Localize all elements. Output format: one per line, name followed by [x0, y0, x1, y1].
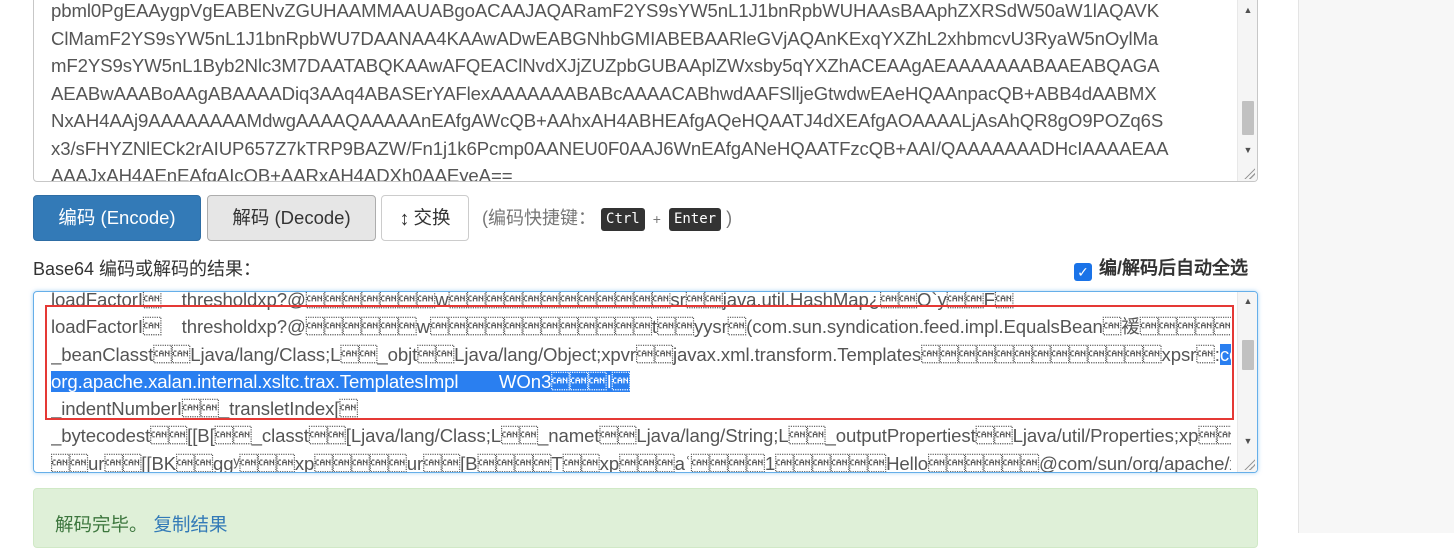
shortcut-hint: (编码快捷键： Ctrl + Enter ): [482, 205, 732, 231]
input-line: ClMamF2YS9sYW5nL1J1bnRpbWU7DAANAA4KAAwAD…: [51, 27, 1159, 49]
input-line: AEABwAAABoAAgABAAAADiq3AAq4ABASErYAFlexA…: [51, 82, 1157, 104]
swap-button-label: 交换: [413, 207, 451, 228]
scroll-down-arrow-icon[interactable]: ▼: [1238, 141, 1257, 159]
input-line: AAAJxAH4AEnEAfgAIcQB+AARxAH4ADXh0AAEyeA=…: [51, 165, 513, 182]
status-message: 解码完毕。: [55, 514, 148, 535]
annotation-highlight-box: [45, 305, 1234, 420]
input-line: mF2YS9sYW5nL1Byb2Nlc3M7DAATABQKAAwAFQEAC…: [51, 55, 1160, 76]
scroll-up-arrow-icon[interactable]: ▲: [1238, 292, 1257, 310]
output-line: _bytecodest[[B[_classt[Ljava/lang/…: [51, 425, 1231, 447]
input-line: x3/sFHYZNlECk2rAIUP657Z7kTRP9BAZW/Fn1j1k…: [51, 137, 1169, 159]
auto-select-label: 编/解码后自动全选: [1099, 258, 1249, 278]
encode-button[interactable]: 编码 (Encode): [33, 195, 201, 241]
auto-select-option[interactable]: ✓ 编/解码后自动全选: [1074, 257, 1249, 281]
scroll-down-arrow-icon[interactable]: ▼: [1238, 432, 1257, 450]
copy-result-link[interactable]: 复制结果: [154, 514, 228, 535]
status-alert: 解码完毕。 复制结果: [33, 488, 1258, 548]
enter-key-badge: Enter: [668, 208, 722, 231]
input-scrollbar[interactable]: ▲ ▼: [1237, 0, 1257, 181]
resize-grip-icon[interactable]: [1243, 167, 1255, 179]
output-scroll-thumb[interactable]: [1242, 340, 1254, 370]
swap-vertical-icon: ↕: [399, 208, 410, 230]
input-scroll-thumb[interactable]: [1242, 101, 1254, 135]
input-line: pbml0PgEAAygpVgEABENvZGUHAAMMAAUABgoACAA…: [51, 0, 1160, 21]
shortcut-hint-suffix: ): [726, 208, 733, 228]
base64-input-textarea[interactable]: pbml0PgEAAygpVgEABENvZGUHAAMMAAUABgoACAA…: [33, 0, 1258, 182]
resize-grip-icon[interactable]: [1243, 458, 1255, 470]
swap-button[interactable]: ↕ 交换: [381, 195, 469, 241]
input-text: pbml0PgEAAygpVgEABENvZGUHAAMMAAUABgoACAA…: [51, 0, 1231, 182]
decode-button[interactable]: 解码 (Decode): [207, 195, 376, 241]
result-label: Base64 编码或解码的结果：: [33, 259, 262, 279]
output-scrollbar[interactable]: ▲ ▼: [1237, 292, 1257, 472]
status-text: 解码完毕。 复制结果: [55, 511, 228, 537]
page-right-gutter: [1298, 0, 1454, 533]
shortcut-hint-prefix: (编码快捷键：: [482, 208, 596, 228]
ctrl-key-badge: Ctrl: [601, 208, 645, 231]
output-line: ur[[BKggʸxpur[BTxp…: [51, 452, 1231, 473]
auto-select-checkbox[interactable]: ✓: [1074, 263, 1092, 281]
input-line: NxAH4AAj9AAAAAAAAMdwgAAAAQAAAAAnEAfgAWcQ…: [51, 110, 1164, 131]
scroll-up-arrow-icon[interactable]: ▲: [1238, 1, 1257, 19]
plus-sign: +: [652, 211, 661, 227]
